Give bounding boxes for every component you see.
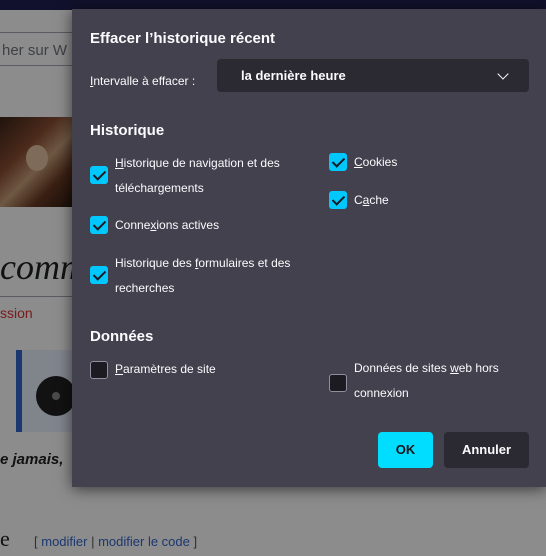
cancel-button[interactable]: Annuler — [444, 432, 529, 468]
ok-button[interactable]: OK — [378, 432, 433, 468]
cache-checkbox[interactable] — [329, 191, 347, 209]
forms-checkbox[interactable] — [90, 266, 108, 284]
cache-label[interactable]: Cache — [354, 188, 389, 213]
clear-history-dialog: Effacer l’historique récent Intervalle à… — [72, 9, 546, 487]
history-label[interactable]: Historique de navigation et des télécharg… — [115, 151, 280, 201]
connections-label[interactable]: Connexions actives — [115, 213, 219, 238]
history-section-title: Historique — [90, 122, 165, 139]
forms-label[interactable]: Historique des formulaires et des recherc… — [115, 251, 290, 301]
dialog-title: Effacer l’historique récent — [90, 30, 276, 47]
cookies-label[interactable]: Cookies — [354, 150, 397, 175]
offline-data-checkbox[interactable] — [329, 374, 347, 392]
cookies-checkbox[interactable] — [329, 153, 347, 171]
data-section-title: Données — [90, 328, 154, 345]
chevron-down-icon — [497, 68, 509, 80]
history-checkbox[interactable] — [90, 166, 108, 184]
range-label: Intervalle à effacer : — [90, 74, 196, 88]
site-settings-checkbox[interactable] — [90, 361, 108, 379]
connections-checkbox[interactable] — [90, 216, 108, 234]
offline-data-label[interactable]: Données de sites web hors connexion — [354, 356, 499, 406]
time-range-select[interactable]: la dernière heure — [217, 59, 529, 92]
site-settings-label[interactable]: Paramètres de site — [115, 357, 216, 382]
time-range-value: la dernière heure — [241, 68, 346, 83]
